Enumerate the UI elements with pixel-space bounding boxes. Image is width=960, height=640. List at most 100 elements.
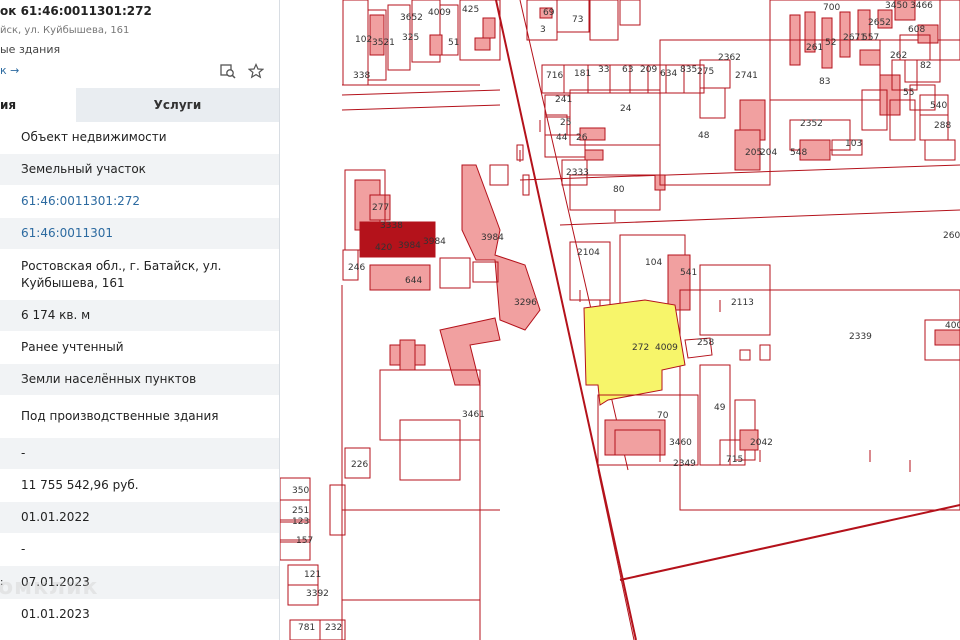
parcel-label: 33 [598,65,609,75]
parcel-label: 338 [353,71,370,81]
parcel-label: 209 [640,65,657,75]
parcel-label: 2333 [566,168,589,178]
parcel [934,329,960,346]
star-icon[interactable] [247,63,265,83]
parcel-title: ок 61:46:0011301:272 [0,4,152,18]
tab-information[interactable]: ия [0,88,76,122]
detail-row: Объект недвижимости [0,122,279,154]
parcel-label: 3984 [398,241,421,251]
parcel-label: 24 [620,104,632,114]
parcel-label: 2349 [673,459,696,469]
parcel-label: 83 [819,77,830,87]
parcel-label: 3296 [514,298,537,308]
parcel-label: 3460 [669,438,692,448]
parcel-label: 715 [726,455,743,465]
detail-value: - [21,542,26,556]
parcel-label: 557 [862,33,879,43]
parcel-label: 82 [920,61,931,71]
parcel-label: 2362 [718,53,741,63]
detail-row: 01.01.2022 [0,502,279,534]
parcel-label: 3461 [462,410,485,420]
parcel-label: 3338 [380,221,403,231]
parcel-label: 325 [402,33,419,43]
parcel-label: 548 [790,148,807,158]
detail-value: Ростовская обл., г. Батайск, ул. Куйбыше… [21,258,222,290]
parcel-label: 288 [934,121,951,131]
parcel-label: 3984 [481,233,504,243]
detail-value: - [21,446,26,460]
detail-row: Ранее учтенный [0,332,279,364]
info-panel: ок 61:46:0011301:272 йск, ул. Куйбышева,… [0,0,280,640]
detail-row[interactable]: 61:46:0011301:272 [0,186,279,218]
detail-row[interactable]: 61:46:0011301 [0,218,279,250]
parcel-label: 181 [574,69,591,79]
detail-value: 11 755 542,96 руб. [21,478,139,492]
selected-parcel-label: 272 [632,343,649,353]
parcel-label: 644 [405,276,422,286]
detail-value: Под производственные здания [21,409,219,423]
parcel-label: 70 [657,411,669,421]
parcel-type: ые здания [0,43,61,56]
parcel [859,49,881,66]
parcel [584,149,604,161]
parcel-label: 3392 [306,589,329,599]
detail-row: Под производственные здания [0,396,279,438]
detail-value: 61:46:0011301:272 [21,194,141,208]
zoom-icon[interactable] [220,63,236,83]
parcel-label: 49 [714,403,726,413]
parcel-label: 835 [680,65,697,75]
detail-value: 6 174 кв. м [21,308,91,322]
parcel-label: 3652 [400,13,423,23]
parcel-label: 420 [375,243,392,253]
parcel-label: 540 [930,101,947,111]
parcel-label: 246 [348,263,365,273]
parcel-label: 44 [556,133,568,143]
detail-value: 01.01.2022 [21,510,90,524]
detail-row: 01.01.2023 [0,600,279,630]
parcel [474,37,491,51]
detail-row: 6 174 кв. м [0,300,279,332]
parcel-label: 2104 [577,248,600,258]
parcel-label: 52 [825,38,836,48]
parcel-label: 2339 [849,332,872,342]
detail-value: 01.01.2023 [21,607,90,621]
tab-bar: ия Услуги [0,88,279,123]
parcel [614,429,661,456]
parcel-label: 51 [448,38,459,48]
parcel-label: 3 [540,25,546,35]
parcel-label: 4009 [945,321,960,331]
parcel [667,254,691,311]
parcel-label: 541 [680,268,697,278]
detail-value: Ранее учтенный [21,340,124,354]
parcel-label: 781 [298,623,315,633]
detail-row: Земельный участок [0,154,279,186]
parcel [482,17,496,39]
parcel-label: 4009 [655,343,678,353]
parcel-label: 2113 [731,298,754,308]
parcel-label: 25 [560,118,571,128]
parcel-label: 69 [543,8,555,18]
tab-services[interactable]: Услуги [76,88,279,122]
parcel-label: 226 [351,460,368,470]
details-link[interactable]: к → [0,64,19,77]
parcel-label: 26 [576,133,588,143]
parcel-label: 350 [292,486,309,496]
parcel-label: 3521 [372,38,395,48]
parcel-label: 2607 [943,231,960,241]
parcel-label: 103 [845,139,862,149]
parcel-label: 2042 [750,438,773,448]
detail-value: Земельный участок [21,162,146,176]
parcel-label: 4009 [428,8,451,18]
cadastral-map[interactable]: 102 338 3521 325 3652 4009 425 51 69 3 73 700 261 52 2… [279,0,960,640]
parcel-label: 232 [325,623,342,633]
detail-row: 11 755 542,96 руб. [0,470,279,502]
parcel-label: 251 [292,506,309,516]
parcel-label: 104 [645,258,662,268]
parcel-label: 2652 [868,18,891,28]
parcel-label: 261 [806,43,823,53]
parcel-label: 3450 [885,1,908,11]
parcel-label: 634 [660,69,677,79]
detail-row: - [0,534,279,566]
parcel-label: 275 [697,67,714,77]
parcel-label: 241 [555,95,572,105]
